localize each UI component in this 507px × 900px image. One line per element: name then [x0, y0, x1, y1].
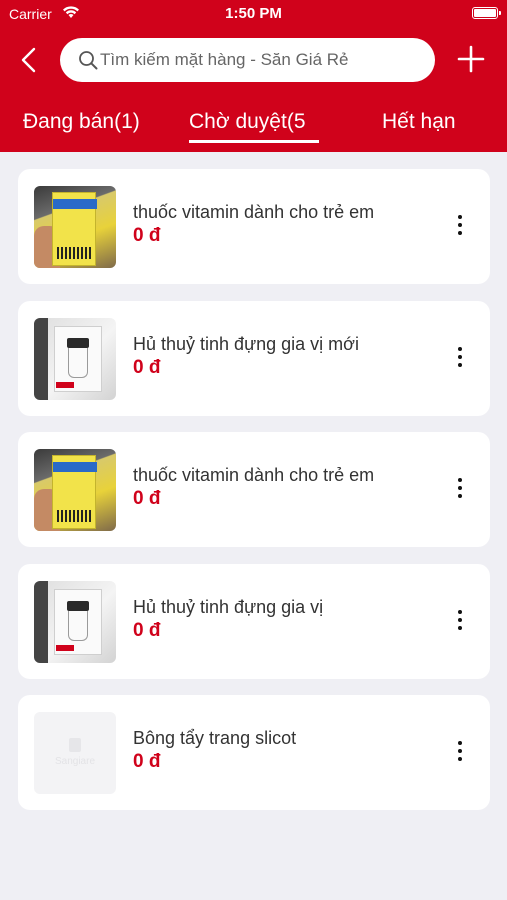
product-card[interactable]: thuốc vitamin dành cho trẻ em 0 đ — [18, 432, 490, 547]
product-card[interactable]: Hủ thuỷ tinh đựng gia vị 0 đ — [18, 564, 490, 679]
product-price: 0 đ — [133, 357, 161, 378]
more-options-icon[interactable] — [451, 476, 469, 500]
app-header: Carrier 1:50 PM Đang bán(1) C — [0, 0, 507, 152]
product-card[interactable]: Sangiare Bông tẩy trang slicot 0 đ — [18, 695, 490, 810]
search-bar[interactable] — [60, 38, 435, 82]
more-options-icon[interactable] — [451, 213, 469, 237]
product-thumbnail — [34, 186, 116, 268]
active-tab-indicator — [189, 140, 319, 143]
placeholder-image: Sangiare — [34, 712, 116, 794]
image-placeholder-icon — [69, 738, 81, 752]
product-title: thuốc vitamin dành cho trẻ em — [133, 202, 375, 222]
add-product-button[interactable] — [456, 44, 486, 74]
product-title: thuốc vitamin dành cho trẻ em — [133, 465, 375, 485]
product-title: Bông tẩy trang slicot — [133, 728, 297, 748]
product-title: Hủ thuỷ tinh đựng gia vị mới — [133, 334, 359, 354]
more-options-icon[interactable] — [451, 608, 469, 632]
placeholder-watermark: Sangiare — [54, 756, 96, 767]
status-tabs: Đang bán(1) Chờ duyệt(5 Hết hạn — [0, 100, 507, 152]
search-input[interactable] — [100, 50, 420, 70]
product-price: 0 đ — [133, 751, 161, 772]
product-title: Hủ thuỷ tinh đựng gia vị — [133, 597, 324, 617]
product-price: 0 đ — [133, 488, 161, 509]
more-options-icon[interactable] — [451, 739, 469, 763]
product-thumbnail — [34, 449, 116, 531]
product-price: 0 đ — [133, 225, 161, 246]
product-thumbnail — [34, 581, 116, 663]
status-bar: Carrier 1:50 PM — [0, 0, 507, 28]
more-options-icon[interactable] — [451, 345, 469, 369]
navigation-row — [0, 36, 507, 84]
product-card[interactable]: thuốc vitamin dành cho trẻ em 0 đ — [18, 169, 490, 284]
search-icon — [79, 51, 98, 70]
battery-icon — [472, 7, 501, 19]
product-card[interactable]: Hủ thuỷ tinh đựng gia vị mới 0 đ — [18, 301, 490, 416]
clock-label: 1:50 PM — [225, 5, 282, 22]
back-button[interactable] — [14, 44, 46, 76]
tab-pending[interactable]: Chờ duyệt(5 — [189, 110, 306, 134]
product-thumbnail — [34, 318, 116, 400]
tab-expired[interactable]: Hết hạn — [382, 110, 456, 134]
tab-selling[interactable]: Đang bán(1) — [23, 110, 140, 134]
product-price: 0 đ — [133, 620, 161, 641]
